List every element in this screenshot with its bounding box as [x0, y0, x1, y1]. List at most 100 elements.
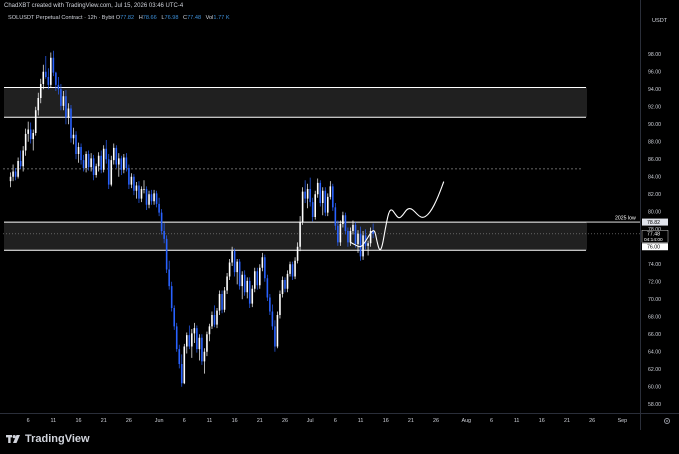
- settings-gear-icon[interactable]: [661, 416, 673, 426]
- x-tick-label: 6: [183, 418, 186, 424]
- candle-body: [311, 202, 314, 217]
- candle-body: [334, 207, 337, 226]
- candle-body: [354, 224, 357, 245]
- candle-body: [100, 155, 102, 170]
- creator-caption: ChadXBT created with TradingView.com, Ju…: [4, 3, 184, 9]
- x-tick-label: Jul: [307, 418, 314, 424]
- candle-body: [193, 328, 196, 334]
- candle-body: [158, 203, 160, 213]
- candle-body: [153, 193, 155, 202]
- candle-body: [191, 333, 193, 347]
- candle-body: [208, 326, 211, 335]
- candle-body: [233, 251, 236, 273]
- candle-body: [236, 261, 238, 273]
- candle-body: [118, 158, 120, 165]
- x-tick-label: 26: [126, 418, 132, 424]
- candle-body: [289, 264, 291, 274]
- candle-body: [306, 189, 309, 199]
- candle-body: [332, 186, 334, 208]
- candle-body: [52, 57, 55, 73]
- y-tick-label: 98.00: [648, 52, 661, 58]
- candle-body: [367, 243, 369, 246]
- candle-body: [248, 280, 251, 304]
- candle-body: [316, 182, 319, 195]
- x-tick-label: 21: [101, 418, 107, 424]
- tradingview-brand[interactable]: TradingView: [6, 433, 90, 445]
- candle-body: [251, 288, 254, 304]
- candle-body: [241, 274, 243, 287]
- candle-body: [274, 326, 276, 347]
- candle-body: [27, 129, 29, 134]
- candle-body: [173, 308, 176, 327]
- y-tick-label: 94.00: [648, 87, 661, 93]
- candle-body: [259, 267, 261, 286]
- candle-body: [107, 159, 110, 185]
- high-value: 78.66: [142, 15, 157, 21]
- candle-body: [12, 171, 14, 177]
- candle-body: [80, 147, 82, 161]
- x-tick-label: 21: [564, 418, 570, 424]
- candle-body: [264, 257, 266, 279]
- candle-body: [238, 261, 241, 287]
- candle-body: [24, 133, 27, 151]
- y-tick-label: 74.00: [648, 262, 661, 268]
- candle-body: [17, 161, 19, 177]
- candle-body: [226, 276, 228, 291]
- candle-body: [329, 186, 332, 197]
- candle-body: [97, 155, 100, 167]
- x-tick-label: 11: [358, 418, 364, 424]
- candle-body: [87, 154, 90, 168]
- price-tag-text: 76.00: [647, 244, 660, 250]
- candle-body: [165, 238, 168, 270]
- upper-supply-zone-fill: [4, 87, 587, 118]
- candle-body: [14, 171, 17, 177]
- y-tick-label: 84.00: [648, 175, 661, 181]
- candle-body: [42, 71, 45, 84]
- candle-body: [105, 148, 108, 160]
- candle-body: [37, 98, 40, 111]
- candle-body: [130, 176, 133, 185]
- candle-body: [112, 147, 115, 161]
- candle-body: [188, 335, 191, 347]
- candle-body: [342, 215, 344, 224]
- x-tick-label: 26: [282, 418, 288, 424]
- y-tick-label: 62.00: [648, 367, 661, 373]
- candle-body: [19, 161, 22, 167]
- candle-body: [168, 269, 170, 287]
- candle-body: [77, 147, 80, 154]
- y-tick-label: 58.00: [648, 402, 661, 408]
- x-tick-label: Aug: [461, 418, 471, 424]
- y-tick-label: 60.00: [648, 385, 661, 391]
- x-tick-label: 6: [27, 418, 30, 424]
- candle-body: [196, 328, 198, 350]
- y-tick-label: 68.00: [648, 315, 661, 321]
- candle-body: [198, 337, 201, 350]
- candle-body: [301, 191, 304, 223]
- candle-body: [140, 189, 143, 199]
- candle-body: [256, 271, 259, 286]
- candle-body: [65, 96, 67, 118]
- candle-body: [22, 150, 24, 167]
- x-tick-label: 11: [51, 418, 57, 424]
- close-value: 77.48: [187, 15, 202, 21]
- candle-body: [319, 182, 322, 203]
- candle-body: [228, 262, 231, 277]
- candle-body: [183, 346, 186, 384]
- candle-body: [294, 260, 296, 277]
- chart-canvas[interactable]: 2025 low 58.00 60.00 62.00 64.00 66.00 68.00 7…: [0, 0, 679, 454]
- candle-body: [92, 158, 95, 175]
- candle-body: [284, 280, 286, 289]
- candle-body: [203, 351, 206, 362]
- candle-body: [218, 294, 221, 311]
- x-tick-label: 16: [232, 418, 238, 424]
- candle-body: [291, 264, 294, 277]
- candle-body: [55, 72, 57, 85]
- y-tick-label: 90.00: [648, 122, 661, 128]
- candle-body: [271, 311, 274, 327]
- x-tick-label: 26: [433, 418, 439, 424]
- y-tick-label: 80.00: [648, 210, 661, 216]
- candle-body: [9, 176, 12, 182]
- y-tick-label: 70.00: [648, 297, 661, 303]
- candle-body: [67, 108, 70, 118]
- symbol-legend[interactable]: SOLUSDT Perpetual Contract · 12h · Bybit…: [8, 15, 233, 21]
